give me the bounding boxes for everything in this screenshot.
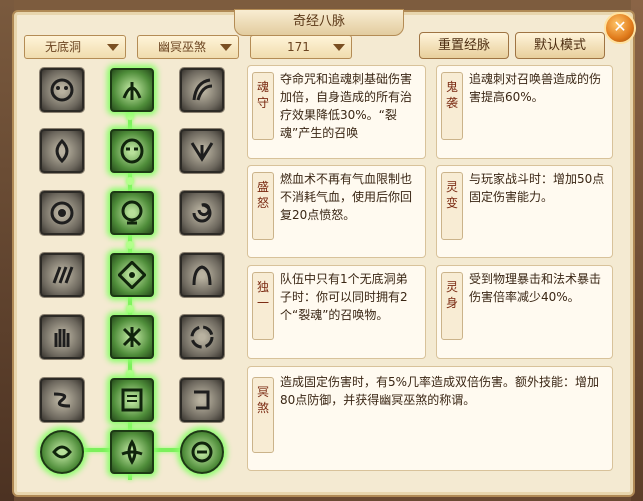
meridian-node-middle-3[interactable]: [110, 191, 154, 235]
card-label: 盛 怒: [252, 172, 274, 240]
dragon-knot-icon: [52, 445, 72, 459]
card-description: 与玩家战斗时：增加50点固定伤害能力。: [469, 172, 605, 204]
meridian-node-middle-1[interactable]: [110, 68, 154, 112]
hand-icon: [54, 329, 70, 347]
close-button[interactable]: ✕: [604, 12, 636, 44]
claw-icon: [52, 266, 74, 284]
ghost-face-icon: [50, 78, 74, 102]
level-dropdown-value: 171: [287, 40, 310, 54]
chevron-down-icon: [107, 44, 119, 51]
link-node: [126, 177, 134, 185]
meridian-node-left-4[interactable]: [40, 253, 84, 297]
flame-icon: [55, 138, 69, 164]
meridian-node-left-3[interactable]: [40, 191, 84, 235]
meridian-node-middle-2[interactable]: [110, 129, 154, 173]
default-mode-button[interactable]: 默认模式: [515, 32, 605, 59]
meridian-card-mingsha[interactable]: 冥 煞 造成固定伤害时，有5%几率造成双倍伤害。额外技能：增加80点防御，并获得…: [247, 366, 613, 471]
skill-tree: [20, 60, 240, 480]
meridian-node-right-3[interactable]: [180, 191, 224, 235]
reset-meridian-button[interactable]: 重置经脉: [419, 32, 509, 59]
card-description: 受到物理暴击和法术暴击伤害倍率减少40%。: [469, 272, 602, 304]
mask-icon: [120, 138, 144, 164]
card-description: 燃血术不再有气血限制也不消耗气血，使用后你回复20点愤怒。: [280, 172, 413, 222]
scroll-icon: [194, 390, 210, 410]
path-dropdown[interactable]: 幽冥巫煞: [137, 35, 239, 59]
link-node: [126, 370, 134, 378]
meridian-node-right-6[interactable]: [180, 378, 224, 422]
school-dropdown-value: 无底洞: [45, 40, 82, 54]
meridian-node-middle-5[interactable]: [110, 315, 154, 359]
meridian-card-duyi[interactable]: 独 一 队伍中只有1个无底洞弟子时：你可以同时拥有2个“裂魂”的召唤物。: [247, 265, 426, 359]
link-node: [126, 241, 134, 249]
path-dropdown-value: 幽冥巫煞: [158, 40, 207, 54]
swirl-icon: [190, 325, 214, 349]
meridian-card-shengnu[interactable]: 盛 怒 燃血术不再有气血限制也不消耗气血，使用后你回复20点愤怒。: [247, 165, 426, 258]
meridian-node-right-7[interactable]: [180, 430, 224, 474]
meridian-node-right-2[interactable]: [180, 129, 224, 173]
horn-icon: [192, 78, 213, 101]
chevron-down-icon: [333, 44, 345, 51]
card-label: 冥 煞: [252, 377, 274, 453]
leaf-spirit-icon: [122, 82, 142, 100]
meridian-node-right-4[interactable]: [180, 253, 224, 297]
card-label: 灵 身: [441, 272, 463, 340]
meridian-card-guixi[interactable]: 鬼 袭 追魂刺对召唤兽造成的伤害提高60%。: [436, 65, 613, 159]
spiral-eye-icon: [50, 201, 74, 225]
meridian-node-middle-4[interactable]: [110, 253, 154, 297]
school-dropdown[interactable]: 无底洞: [24, 35, 126, 59]
chevron-down-icon: [220, 44, 232, 51]
card-description: 追魂刺对召唤兽造成的伤害提高60%。: [469, 72, 602, 104]
level-dropdown[interactable]: 171: [250, 35, 352, 59]
window-title: 奇经八脉: [234, 9, 404, 36]
meridian-node-left-6[interactable]: [40, 378, 84, 422]
vortex-icon: [118, 261, 146, 289]
card-description: 队伍中只有1个无底洞弟子时：你可以同时拥有2个“裂魂”的召唤物。: [280, 272, 408, 322]
meridian-node-left-5[interactable]: [40, 315, 84, 359]
card-description: 夺命咒和追魂刺基础伤害加倍，自身造成的所有治疗效果降低30%。“裂魂”产生的召唤: [280, 72, 413, 140]
meridian-card-hunshou[interactable]: 魂 守 夺命咒和追魂刺基础伤害加倍，自身造成的所有治疗效果降低30%。“裂魂”产…: [247, 65, 426, 159]
rune-icon: [122, 327, 142, 347]
meridian-node-left-2[interactable]: [40, 129, 84, 173]
meridian-node-left-7[interactable]: [40, 430, 84, 474]
meridian-card-lingshen[interactable]: 灵 身 受到物理暴击和法术暴击伤害倍率减少40%。: [436, 265, 613, 359]
card-label: 灵 变: [441, 172, 463, 240]
link-node: [126, 305, 134, 313]
meridian-card-lingbian[interactable]: 灵 变 与玩家战斗时：增加50点固定伤害能力。: [436, 165, 613, 258]
card-description: 造成固定伤害时，有5%几率造成双倍伤害。额外技能：增加80点防御，并获得幽冥巫煞…: [280, 375, 600, 407]
lotus-icon: [121, 439, 143, 465]
meridian-node-right-1[interactable]: [180, 68, 224, 112]
meridian-node-right-5[interactable]: [180, 315, 224, 359]
seal-icon: [191, 441, 213, 463]
meridian-node-left-1[interactable]: [40, 68, 84, 112]
meridian-node-middle-6[interactable]: [110, 378, 154, 422]
meridian-node-middle-7[interactable]: [110, 430, 154, 474]
skull-icon: [121, 200, 143, 225]
serpent-icon: [53, 392, 71, 408]
book-icon: [121, 388, 143, 412]
card-label: 魂 守: [252, 72, 274, 140]
link-node: [126, 112, 134, 120]
beast-icon: [192, 265, 212, 286]
wing-icon: [190, 142, 214, 162]
card-label: 独 一: [252, 272, 274, 340]
card-label: 鬼 袭: [441, 72, 463, 140]
whirl-icon: [192, 203, 212, 223]
